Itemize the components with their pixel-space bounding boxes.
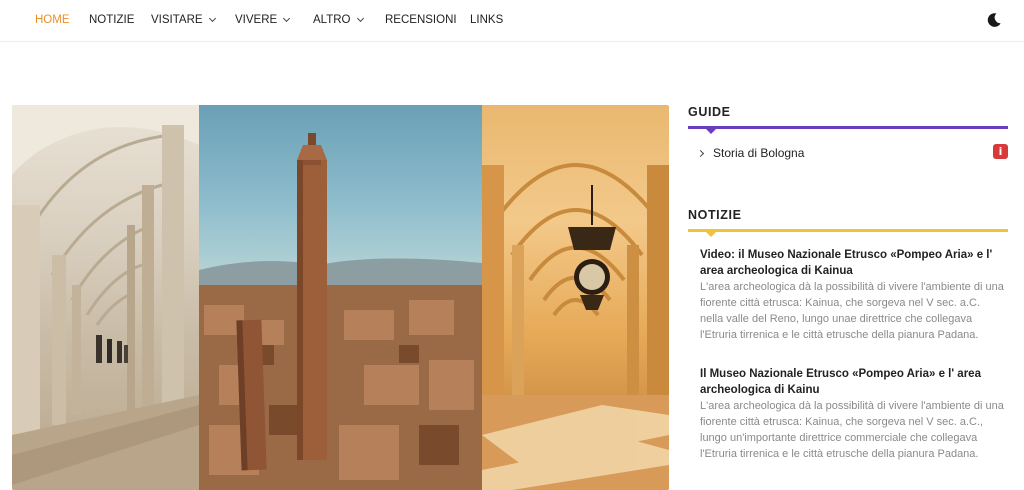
news-post[interactable]: Il Museo Nazionale Etrusco «Pompeo Aria»… <box>700 366 1006 462</box>
towers-cityscape-image <box>199 105 482 490</box>
notizie-title-rule <box>688 229 1008 237</box>
nav-altro[interactable]: ALTRO <box>313 14 364 26</box>
sidebar: GUIDE Storia di Bologna i NOTIZIE Video:… <box>688 105 1008 460</box>
guide-item-label: Storia di Bologna <box>713 146 805 160</box>
news-post-excerpt: L'area archeologica dà la possibilità di… <box>700 281 1004 341</box>
nav-notizie-label: NOTIZIE <box>89 14 135 26</box>
top-navbar: HOME NOTIZIE VISITARE VIVERE ALTRO RECEN… <box>0 0 1024 42</box>
notizie-widget: NOTIZIE Video: il Museo Nazionale Etrusc… <box>688 208 1008 462</box>
nav-home-label: HOME <box>35 14 70 26</box>
news-post-title[interactable]: Video: il Museo Nazionale Etrusco «Pompe… <box>700 247 1006 279</box>
nav-links-label: LINKS <box>470 14 504 26</box>
chevron-down-icon <box>283 14 291 23</box>
nav-recensioni[interactable]: RECENSIONI <box>385 14 457 26</box>
portico-left-image <box>12 105 199 490</box>
nav-vivere-label: VIVERE <box>235 14 278 26</box>
guide-title-rule <box>688 126 1008 134</box>
news-post[interactable]: Video: il Museo Nazionale Etrusco «Pompe… <box>700 247 1006 343</box>
chevron-right-icon <box>696 149 705 157</box>
guide-widget-title: GUIDE <box>688 105 731 119</box>
info-icon[interactable]: i <box>993 144 1008 159</box>
portico-clock-image <box>482 105 669 490</box>
nav-notizie[interactable]: NOTIZIE <box>89 14 134 26</box>
chevron-down-icon <box>208 14 216 23</box>
chevron-down-icon <box>356 14 364 23</box>
nav-home[interactable]: HOME <box>35 14 70 26</box>
hero-image[interactable] <box>12 105 669 490</box>
moon-icon[interactable] <box>986 12 1002 28</box>
news-post-title[interactable]: Il Museo Nazionale Etrusco «Pompeo Aria»… <box>700 366 1006 398</box>
nav-links[interactable]: LINKS <box>470 14 503 26</box>
news-post-excerpt: L'area archeologica dà la possibilità di… <box>700 400 1004 460</box>
nav-recensioni-label: RECENSIONI <box>385 14 457 26</box>
guide-widget: GUIDE Storia di Bologna i <box>688 105 1008 164</box>
nav-vivere[interactable]: VIVERE <box>235 14 291 26</box>
nav-visitare[interactable]: VISITARE <box>151 14 216 26</box>
nav-visitare-label: VISITARE <box>151 14 203 26</box>
notizie-widget-title: NOTIZIE <box>688 208 742 222</box>
guide-item[interactable]: Storia di Bologna i <box>688 142 1008 164</box>
nav-altro-label: ALTRO <box>313 14 351 26</box>
